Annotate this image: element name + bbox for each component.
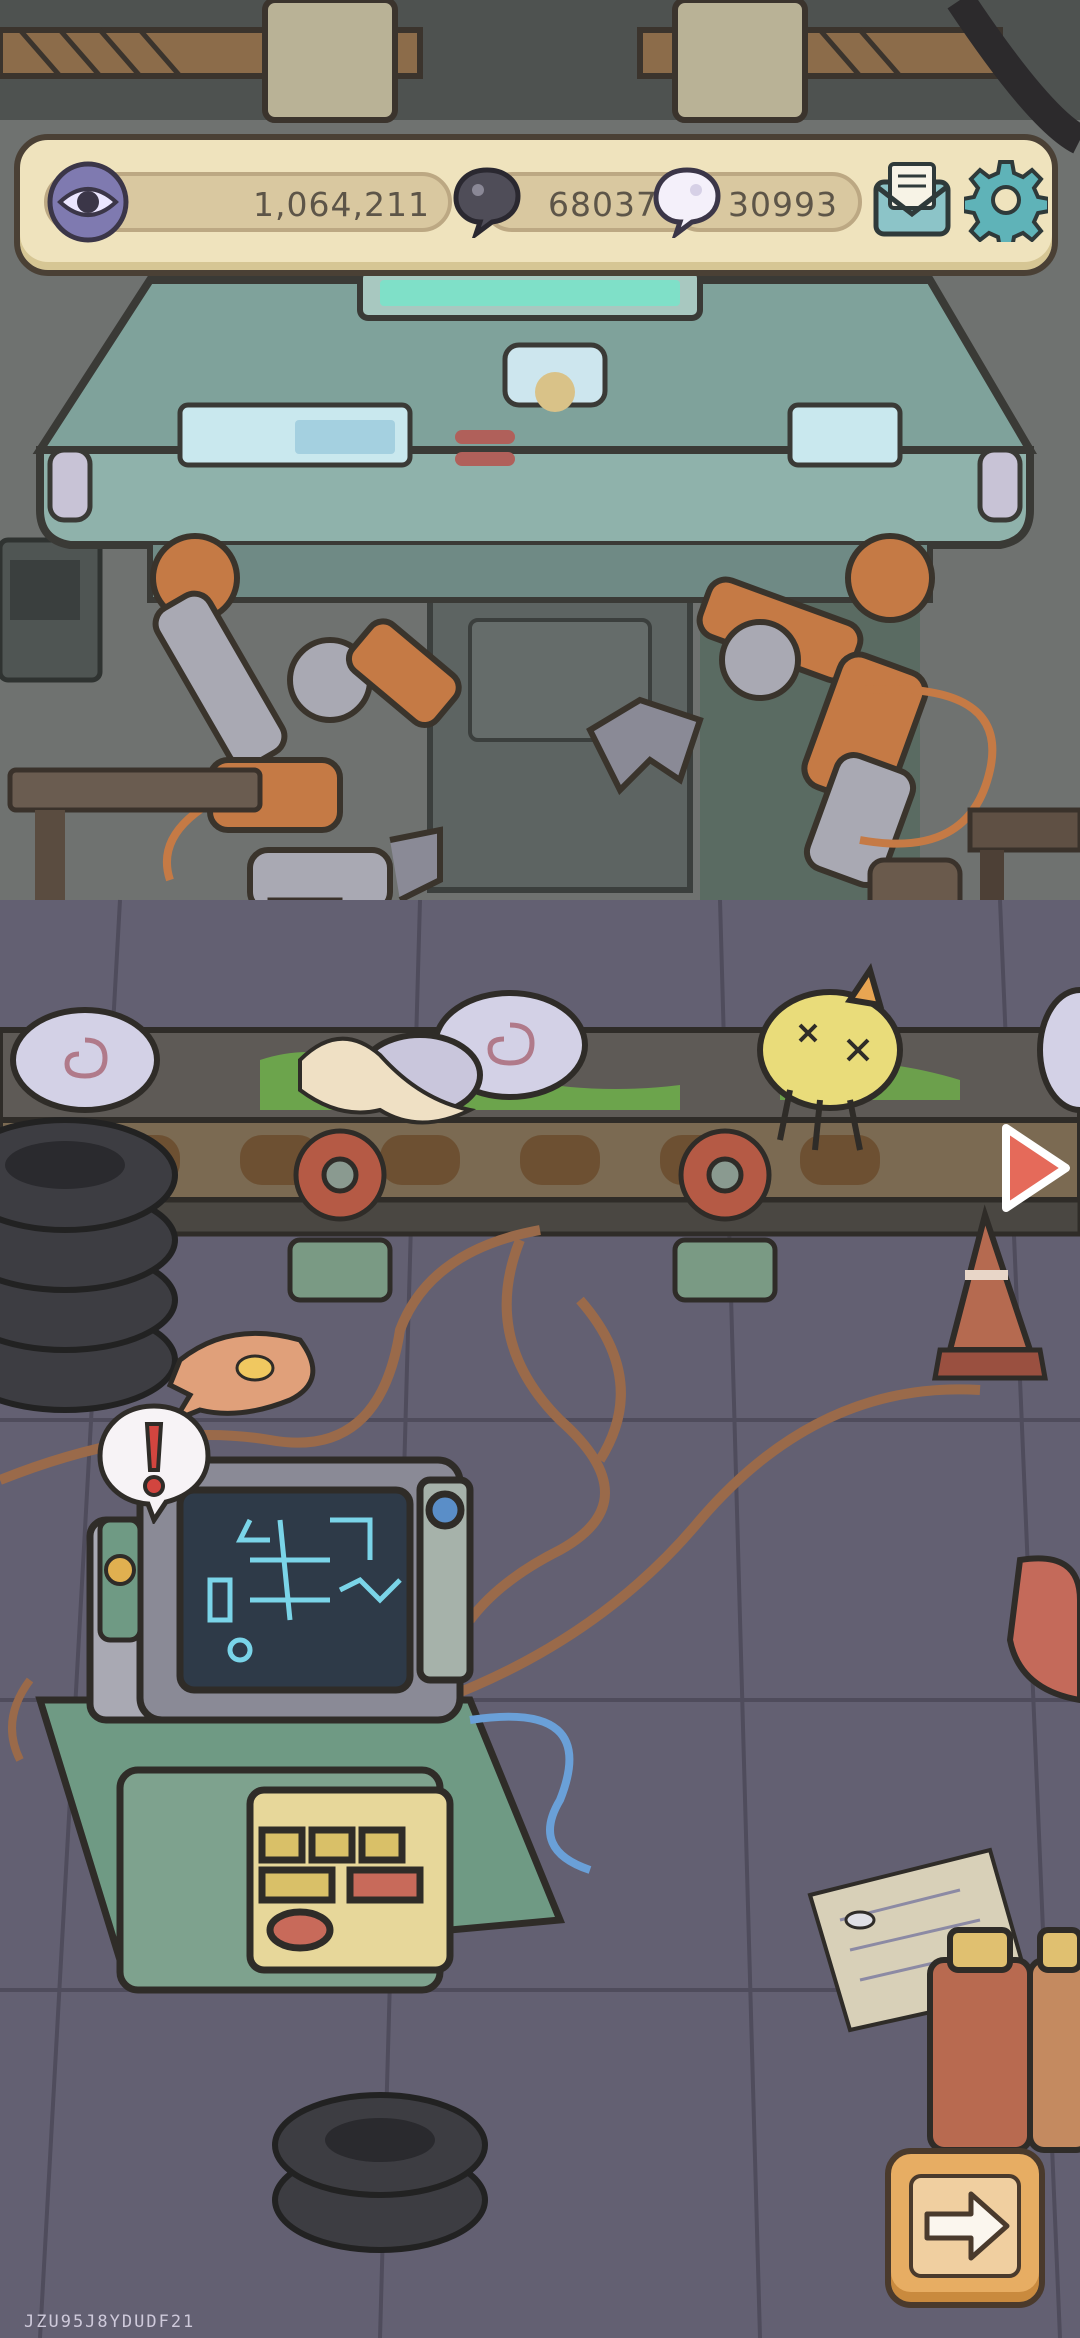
next-button[interactable] — [885, 2148, 1045, 2308]
exclamation-icon — [97, 1403, 211, 1526]
factory-background — [0, 0, 1080, 2338]
alert-bubble[interactable] — [92, 1400, 216, 1526]
arrow-right-icon — [909, 2174, 1021, 2278]
resource-bar: 1,064,211 68037 30993 — [14, 134, 1058, 276]
device-id: JZU95J8YDUDF21 — [24, 2312, 196, 2332]
eye-icon — [46, 160, 130, 244]
game-scene: 1,064,211 68037 30993 JZU95J8YDUDF21 — [0, 0, 1080, 2338]
views-count: 1,064,211 — [253, 185, 430, 224]
gear-icon[interactable] — [961, 158, 1051, 250]
dark-bubble-count: 68037 — [548, 185, 658, 224]
scene-right-arrow[interactable] — [996, 1118, 1074, 1218]
light-bubble-count: 30993 — [728, 185, 838, 224]
mail-icon[interactable] — [868, 156, 956, 244]
triangle-right-icon — [1002, 1124, 1070, 1212]
dark-speech-bubble-icon — [450, 164, 524, 241]
